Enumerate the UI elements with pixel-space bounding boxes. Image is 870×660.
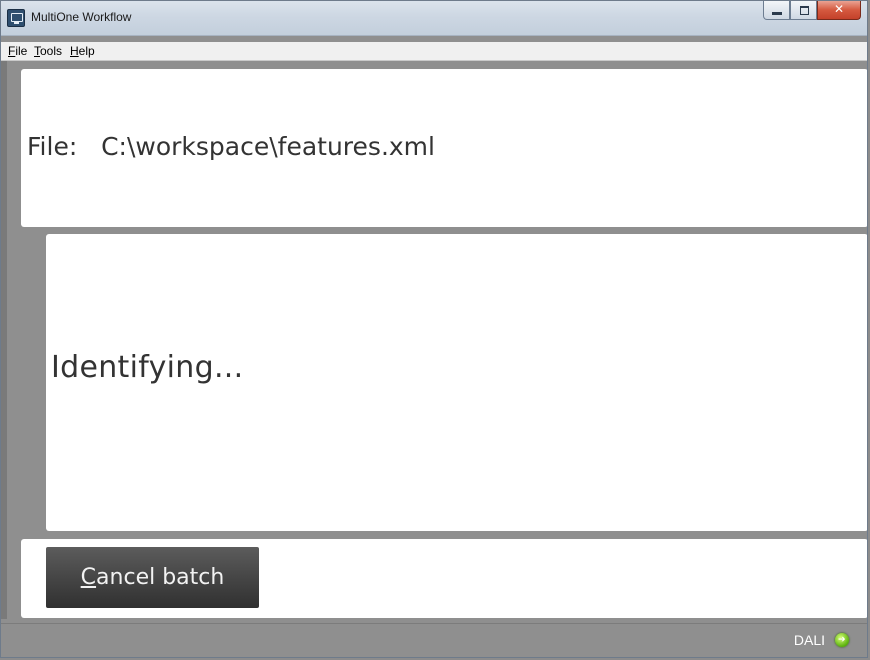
- maximize-button[interactable]: [790, 1, 817, 20]
- file-panel: File: C:\workspace\features.xml: [21, 69, 867, 227]
- status-message: Identifying...: [51, 350, 244, 385]
- minimize-button[interactable]: [763, 1, 790, 20]
- file-path-label: File: C:\workspace\features.xml: [27, 132, 435, 161]
- menu-help[interactable]: Help: [70, 44, 95, 58]
- title-bar[interactable]: MultiOne Workflow ✕: [1, 1, 867, 36]
- app-window: MultiOne Workflow ✕ File Tools Help File…: [0, 0, 868, 658]
- window-title: MultiOne Workflow: [31, 10, 132, 24]
- left-edge-strip: [1, 61, 7, 619]
- action-panel: Cancel batch: [21, 539, 867, 618]
- menu-file[interactable]: File: [8, 44, 27, 58]
- minimize-icon: [772, 12, 782, 15]
- window-controls: ✕: [763, 1, 861, 21]
- menu-bar: File Tools Help: [1, 42, 867, 61]
- status-bar: DALI ➔: [1, 623, 867, 657]
- close-icon: ✕: [833, 2, 845, 16]
- green-arrow-circle-icon[interactable]: ➔: [835, 633, 849, 647]
- app-icon[interactable]: [7, 9, 25, 27]
- maximize-icon: [800, 6, 809, 15]
- cancel-batch-button[interactable]: Cancel batch: [46, 547, 259, 608]
- menu-tools[interactable]: Tools: [34, 44, 62, 58]
- close-button[interactable]: ✕: [817, 1, 861, 20]
- protocol-label: DALI: [793, 632, 825, 648]
- progress-panel: Identifying...: [46, 234, 867, 531]
